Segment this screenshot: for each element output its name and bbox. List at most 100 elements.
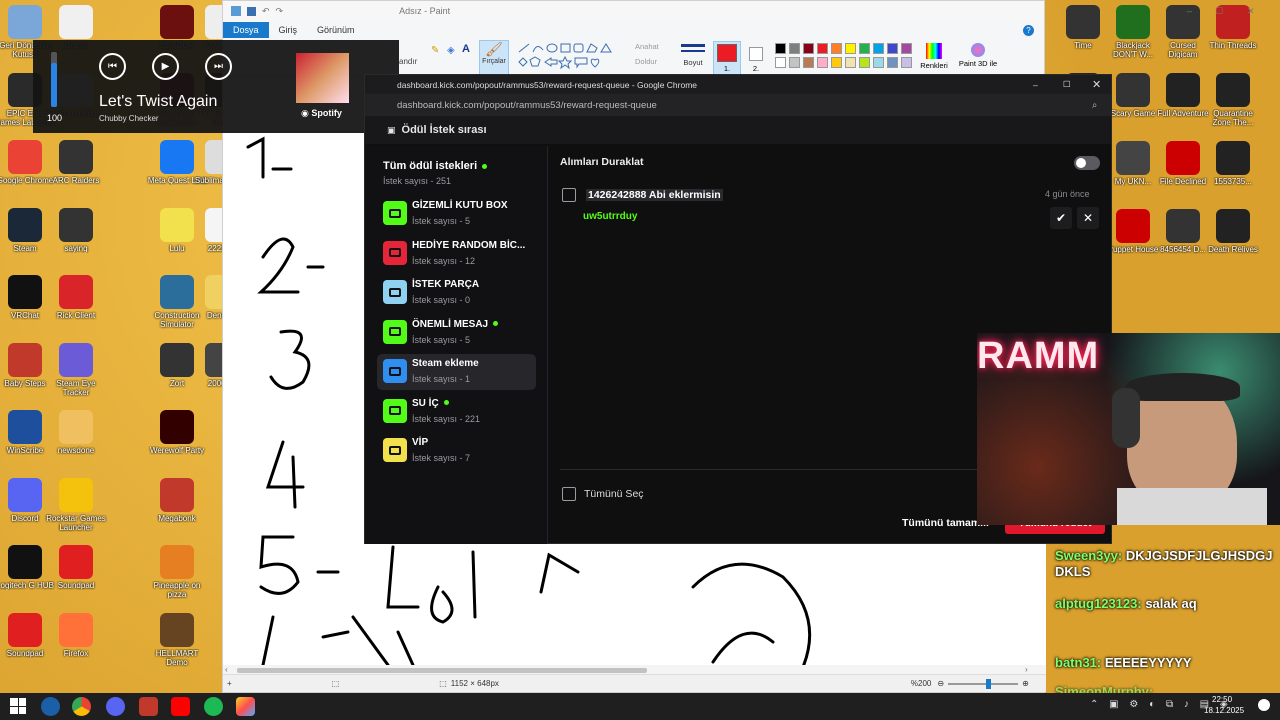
complete-all-button[interactable]: Tümünü tamam... (902, 517, 989, 529)
sidebar-item-reward[interactable]: Steam ekleme İstek sayısı - 1 (377, 354, 536, 390)
palette-swatch[interactable] (901, 43, 912, 54)
voicemeeter-icon[interactable] (139, 697, 158, 716)
zoom-out-button[interactable]: ⊖ (937, 679, 944, 688)
previous-track-button[interactable]: ⏮ (99, 53, 126, 80)
shapes-gallery[interactable] (517, 42, 615, 74)
desktop-icon[interactable]: Quarantine Zone The... (1207, 73, 1259, 127)
fill-label[interactable]: Doldur (635, 57, 657, 66)
wordpad-icon[interactable] (41, 697, 60, 716)
desktop-icon[interactable]: Death Relives (1207, 209, 1259, 254)
palette-swatch[interactable] (845, 43, 856, 54)
save-icon[interactable] (247, 6, 256, 16)
select-all-label[interactable]: Tümünü Seç (584, 488, 644, 500)
zoom-in-button[interactable]: ⊕ (1022, 679, 1029, 688)
desktop-icon[interactable]: Werewolf Party (145, 410, 209, 455)
scroll-right-icon[interactable]: › (1025, 665, 1028, 674)
palette-swatch[interactable] (817, 57, 828, 68)
volume-bar[interactable] (51, 52, 57, 107)
minimize-button[interactable]: – (1033, 80, 1038, 90)
desktop-icon[interactable]: Steam Eye Tracker (44, 342, 108, 397)
youtube-icon[interactable] (171, 697, 190, 716)
palette-swatch[interactable] (887, 43, 898, 54)
palette-swatch[interactable] (873, 57, 884, 68)
palette-swatch[interactable] (775, 57, 786, 68)
zoom-icon[interactable]: ⌕ (1092, 100, 1097, 111)
paint3d-button[interactable]: Paint 3D ile (955, 41, 1001, 75)
sidebar-all-requests[interactable]: Tüm ödül istekleri İstek sayısı - 251 (383, 160, 533, 186)
desktop-icon[interactable]: Scary Game (1107, 73, 1159, 118)
zoom-slider-thumb[interactable] (986, 678, 992, 689)
tab-dosya[interactable]: Dosya (223, 22, 269, 38)
palette-swatch[interactable] (859, 43, 870, 54)
desktop-icon[interactable]: HELLMART Demo (145, 612, 209, 667)
request-checkbox[interactable] (562, 188, 576, 202)
palette-swatch[interactable] (845, 57, 856, 68)
paint-quick-access-icon[interactable] (231, 6, 241, 16)
desktop-icon[interactable]: Soundpad (44, 545, 108, 590)
desktop-icon[interactable]: Rockstar Games Launcher (44, 477, 108, 532)
palette-swatch[interactable] (873, 43, 884, 54)
tab-gorunum[interactable]: Görünüm (307, 22, 365, 38)
pencil-icon[interactable]: ✎ (431, 45, 439, 56)
desktop-icon[interactable]: ARC Raiders (44, 140, 108, 185)
sidebar-item-reward[interactable]: İSTEK PARÇA İstek sayısı - 0 (377, 275, 536, 311)
palette-swatch[interactable] (789, 57, 800, 68)
maximize-button[interactable]: ☐ (1215, 6, 1223, 17)
close-button[interactable]: ✕ (1092, 78, 1101, 91)
color2-button[interactable]: 2. (745, 41, 767, 75)
desktop-icon[interactable]: Pineapple on pizza (145, 545, 209, 599)
color1-button[interactable]: 1. (713, 41, 741, 75)
desktop-icon[interactable]: 1553735... (1207, 141, 1259, 186)
play-button[interactable]: ▶ (152, 53, 179, 80)
desktop-icon[interactable]: Rick Client (44, 275, 108, 320)
desktop-icon[interactable]: saying (44, 207, 108, 253)
close-button[interactable]: ✕ (1247, 6, 1255, 17)
brushes-button[interactable]: 🖌 Fırçalar (479, 40, 509, 76)
tab-giris[interactable]: Giriş (269, 22, 308, 38)
desktop-icon[interactable]: 8456454 D... (1157, 209, 1209, 254)
fill-icon[interactable]: ◈ (447, 45, 455, 56)
palette-swatch[interactable] (789, 43, 800, 54)
desktop-icon[interactable]: File Declined (1157, 141, 1209, 186)
maximize-button[interactable]: ☐ (1063, 79, 1071, 90)
scroll-left-icon[interactable]: ‹ (225, 665, 228, 674)
edit-colors-button[interactable]: Renkleri (917, 41, 951, 75)
minimize-button[interactable]: – (1187, 6, 1192, 16)
zoom-slider[interactable] (948, 678, 1019, 689)
desktop-icon[interactable]: newsdone (44, 410, 108, 455)
scroll-thumb[interactable] (237, 668, 647, 673)
palette-swatch[interactable] (803, 57, 814, 68)
request-username[interactable]: uw5utrrduy (583, 211, 637, 222)
desktop-icon[interactable]: Puppet House (1107, 209, 1159, 254)
sidebar-item-reward[interactable]: SU İÇ İstek sayısı - 221 (377, 394, 536, 430)
size-button[interactable]: Boyut (679, 41, 707, 75)
chrome-taskbar-icon[interactable] (72, 697, 91, 716)
palette-swatch[interactable] (831, 57, 842, 68)
desktop-icon[interactable]: Megabonk (145, 477, 209, 523)
select-all-checkbox[interactable] (562, 487, 576, 501)
help-icon[interactable]: ? (1023, 24, 1034, 36)
color-palette[interactable] (775, 43, 915, 73)
sidebar-item-reward[interactable]: GİZEMLİ KUTU BOX İstek sayısı - 5 (377, 196, 536, 232)
clock-date[interactable]: 18.12.2025 (1204, 706, 1244, 715)
discord-taskbar-icon[interactable] (106, 697, 125, 716)
palette-swatch[interactable] (831, 43, 842, 54)
desktop-icon[interactable]: Full Adventure (1157, 73, 1209, 118)
palette-swatch[interactable] (803, 43, 814, 54)
sidebar-item-reward[interactable]: ÖNEMLİ MESAJ İstek sayısı - 5 (377, 315, 536, 351)
desktop-icon[interactable]: Blackjack DON'T W... (1107, 5, 1159, 59)
start-button[interactable] (10, 698, 26, 714)
notification-icon[interactable] (1258, 699, 1270, 711)
reject-request-button[interactable]: ✕ (1077, 207, 1099, 229)
sidebar-item-reward[interactable]: HEDİYE RANDOM BİC... İstek sayısı - 12 (377, 236, 536, 272)
desktop-icon[interactable]: Firefox (44, 612, 108, 658)
accept-request-button[interactable]: ✔ (1050, 207, 1072, 229)
next-track-button[interactable]: ⏭ (205, 53, 232, 80)
palette-swatch[interactable] (859, 57, 870, 68)
palette-swatch[interactable] (817, 43, 828, 54)
pause-requests-toggle[interactable] (1074, 156, 1100, 170)
clock-time[interactable]: 22:50 (1212, 695, 1232, 704)
undo-icon[interactable]: ↶ (262, 6, 270, 17)
chrome-address-bar[interactable]: dashboard.kick.com/popout/rammus53/rewar… (365, 94, 1111, 116)
spotify-taskbar-icon[interactable] (204, 697, 223, 716)
